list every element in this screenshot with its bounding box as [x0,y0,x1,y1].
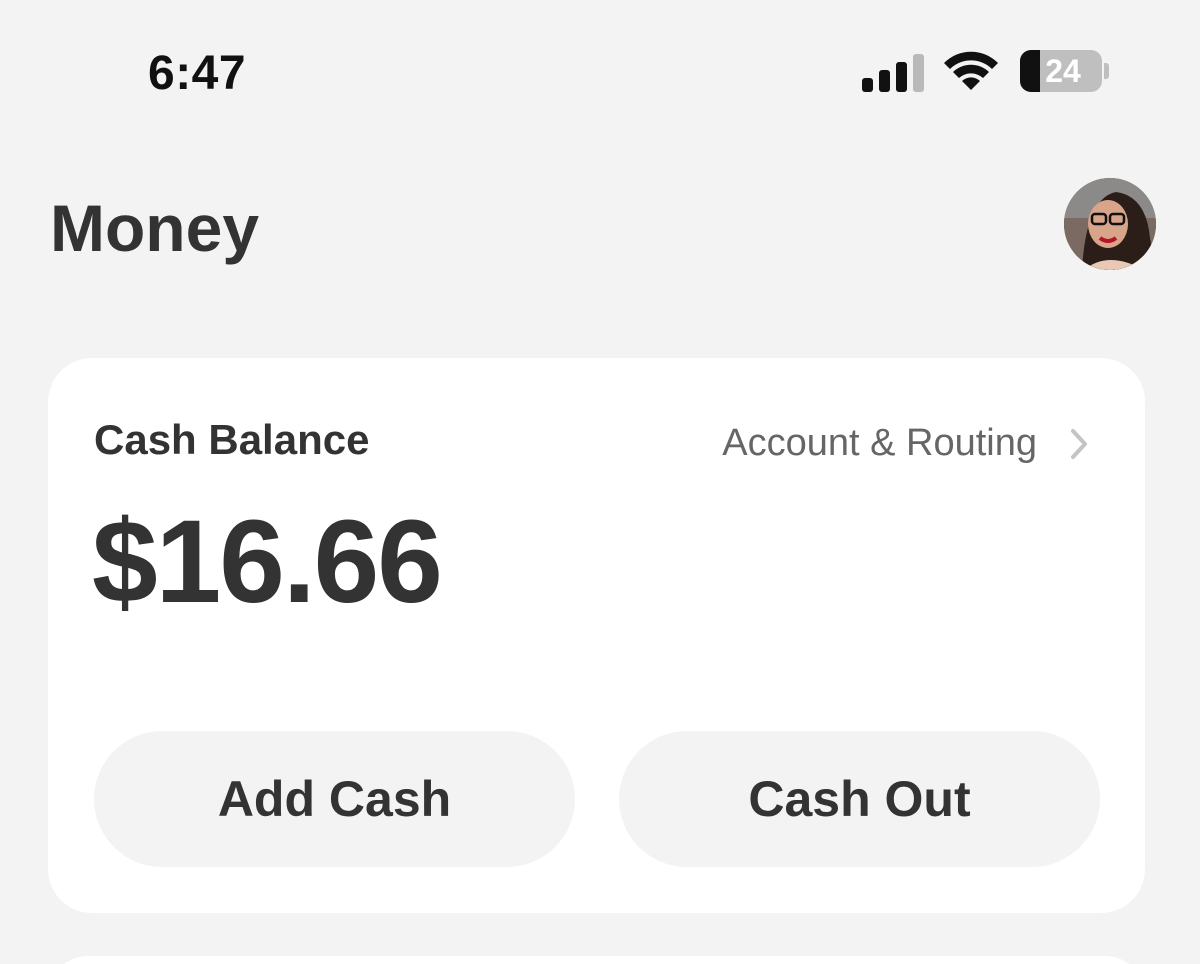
battery-cap [1104,63,1109,79]
cash-balance-amount: $16.66 [92,496,443,628]
user-avatar-icon [1064,178,1156,270]
cash-balance-card: Cash Balance Account & Routing $16.66 Ad… [48,358,1145,913]
battery-icon: 24 [1020,50,1102,92]
wifi-icon [944,51,998,90]
chevron-right-icon [1071,428,1087,459]
money-screen: 6:47 24 Money Cash Balance Account & Rou… [0,0,1200,964]
cash-out-button[interactable]: Cash Out [619,731,1100,867]
profile-avatar[interactable] [1064,178,1156,270]
status-time: 6:47 [148,47,247,100]
account-routing-link[interactable]: Account & Routing [722,422,1089,465]
add-cash-button[interactable]: Add Cash [94,731,575,867]
page-title: Money [50,191,260,265]
next-card-edge [48,956,1145,964]
battery-level: 24 [1045,52,1081,89]
account-routing-label: Account & Routing [722,422,1037,464]
cellular-signal-icon [862,52,926,92]
cash-balance-label: Cash Balance [94,416,370,463]
